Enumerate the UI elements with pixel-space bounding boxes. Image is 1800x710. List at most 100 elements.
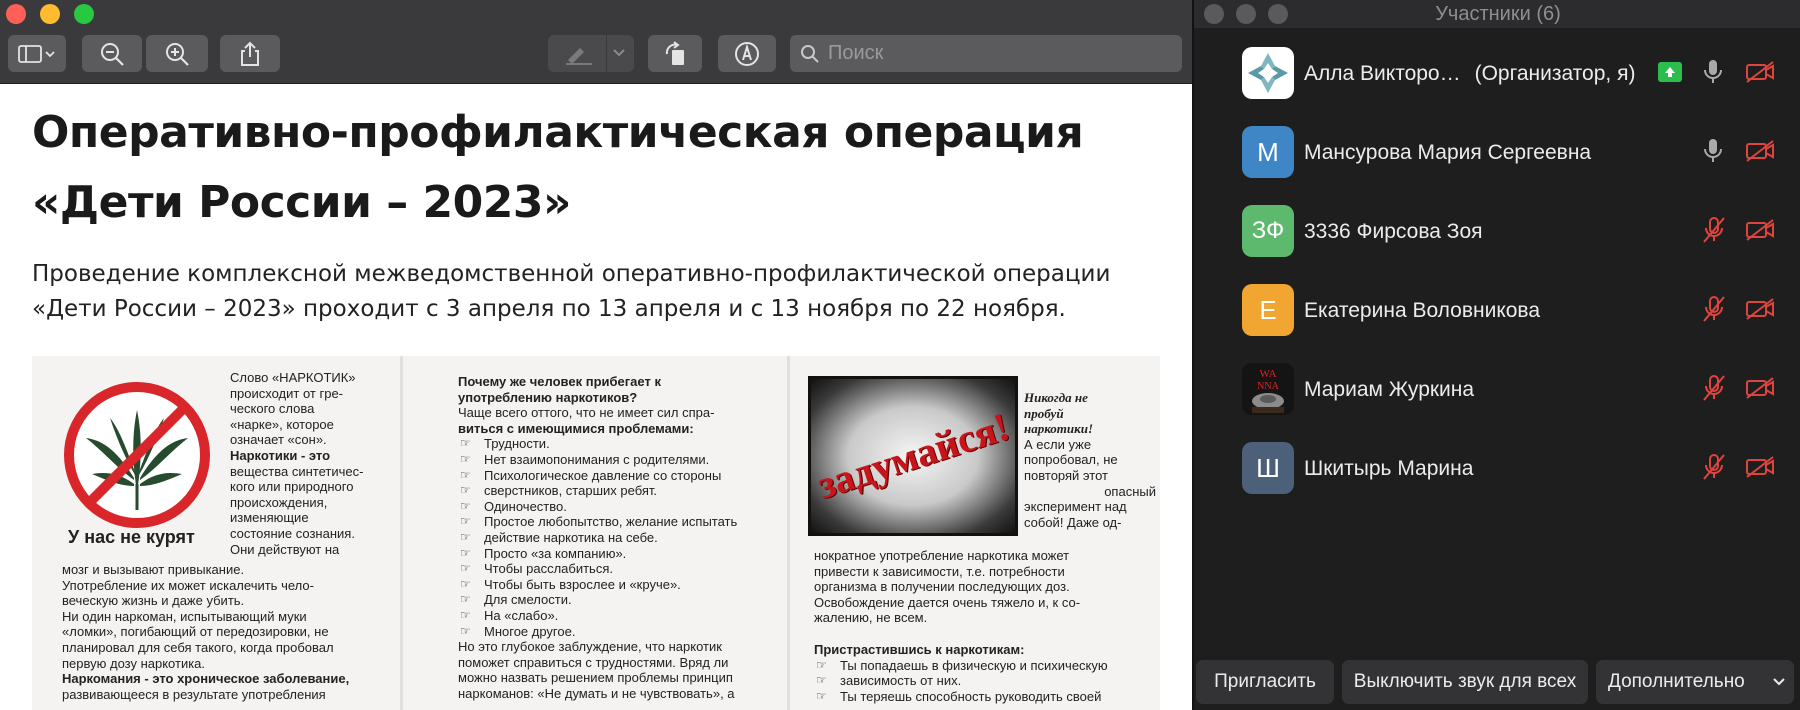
article-title-line1: Оперативно-профилактическая операция <box>32 107 1084 158</box>
list-item: Чтобы расслабиться. <box>458 561 768 577</box>
participant-name: Алла Викторо… (Организатор, я) <box>1304 62 1636 85</box>
video-off-icon[interactable] <box>1745 376 1775 400</box>
list-item: Трудности. <box>458 436 768 452</box>
document-page: Оперативно-профилактическая операция «Де… <box>0 84 1192 710</box>
participant-row[interactable]: Е Екатерина Воловникова <box>1194 271 1800 350</box>
list-item: Ты попадаешь в физическую и психическую <box>814 658 1156 674</box>
zadumaysya-poster: задумайся! <box>808 376 1018 536</box>
rotate-button[interactable] <box>648 35 702 72</box>
video-off-icon[interactable] <box>1745 455 1775 479</box>
arrow-up-icon <box>1665 67 1675 77</box>
share-button[interactable] <box>220 35 280 72</box>
leaflet-column-3: задумайся! Никогда не пробуй наркотики! … <box>792 356 1160 710</box>
markup-button[interactable] <box>718 35 776 72</box>
video-off-icon[interactable] <box>1745 218 1775 242</box>
fullscreen-window-button[interactable] <box>74 4 94 24</box>
microphone-icon[interactable] <box>1702 137 1724 165</box>
leaflet-intro: Слово «НАРКОТИК» происходит от гре- ческ… <box>230 370 364 557</box>
article-lead: Проведение комплексной межведомственной … <box>32 257 1172 327</box>
microphone-muted-icon[interactable] <box>1702 374 1726 402</box>
participants-footer: Пригласить Выключить звук для всех Допол… <box>1194 660 1800 710</box>
share-screen-badge <box>1658 62 1682 82</box>
participant-name: Екатерина Воловникова <box>1304 299 1541 322</box>
sidebar-icon <box>18 44 55 63</box>
microphone-muted-icon[interactable] <box>1702 295 1726 323</box>
leaflet-scan: Слово «НАРКОТИК» происходит от гре- ческ… <box>32 356 1160 710</box>
leaflet-column-2: Почему же человек прибегает к употреблен… <box>408 356 783 710</box>
close-window-button[interactable] <box>6 4 26 24</box>
avatar: ЗФ <box>1242 205 1294 257</box>
list-item: Просто «за компанию». <box>458 546 768 562</box>
minimize-window-button[interactable] <box>40 4 60 24</box>
avatar: Е <box>1242 284 1294 336</box>
search-input[interactable] <box>828 42 1168 65</box>
article-title-line2: «Дети России – 2023» <box>32 177 571 228</box>
chevron-down-icon <box>613 49 625 57</box>
sidebar-toggle-button[interactable] <box>8 35 66 72</box>
highlight-button[interactable] <box>548 35 634 72</box>
list-item: зависимость от них. <box>814 673 1156 689</box>
no-drugs-icon <box>64 382 210 528</box>
list-item: Нет взаимопонимания с родителями. <box>458 452 768 468</box>
markup-pen-icon <box>735 41 759 66</box>
participant-row[interactable]: Алла Викторо… (Организатор, я) <box>1194 34 1800 113</box>
zoom-in-icon <box>166 42 189 66</box>
microphone-icon[interactable] <box>1702 58 1724 86</box>
participant-name: Мариам Журкина <box>1304 378 1475 401</box>
poster-text: задумайся! <box>811 403 1015 508</box>
svg-text:WA: WA <box>1259 368 1276 380</box>
avatar: Ш <box>1242 442 1294 494</box>
search-field[interactable] <box>790 35 1182 72</box>
more-button[interactable]: Дополнительно <box>1596 660 1794 704</box>
avatar: М <box>1242 126 1294 178</box>
profile-picture-icon: WA NNA <box>1242 363 1294 415</box>
list-item: Простое любопытство, желание испытать <box>458 514 768 530</box>
preview-toolbar <box>0 0 1192 84</box>
svg-text:NNA: NNA <box>1257 381 1279 392</box>
list-item: Одиночество. <box>458 499 768 515</box>
participants-list: Алла Викторо… (Организатор, я) М Мансуров… <box>1194 34 1800 508</box>
participant-role: (Организатор, я) <box>1474 62 1636 85</box>
list-item: действие наркотика на себе. <box>458 530 768 546</box>
zoom-out-button[interactable] <box>82 35 142 72</box>
list-item: сверстников, старших ребят. <box>458 483 768 499</box>
participant-row[interactable]: ЗФ 3336 Фирсова Зоя <box>1194 192 1800 271</box>
participant-name: 3336 Фирсова Зоя <box>1304 220 1483 243</box>
video-off-icon[interactable] <box>1745 139 1775 163</box>
article-lead-line2: «Дети России – 2023» проходит с 3 апреля… <box>32 296 1066 322</box>
avatar <box>1242 47 1294 99</box>
screen: Оперативно-профилактическая операция «Де… <box>0 0 1800 710</box>
participant-row[interactable]: Ш Шкитырь Марина <box>1194 429 1800 508</box>
mute-all-button[interactable]: Выключить звук для всех <box>1342 660 1588 704</box>
preview-window: Оперативно-профилактическая операция «Де… <box>0 0 1192 710</box>
list-item: На «слабо». <box>458 608 768 624</box>
article-lead-line1: Проведение комплексной межведомственной … <box>32 261 1111 287</box>
invite-button[interactable]: Пригласить <box>1196 660 1334 704</box>
reasons-list: Трудности. Нет взаимопонимания с родител… <box>458 436 768 639</box>
list-item: Многое другое. <box>458 624 768 640</box>
participants-titlebar: Участники (6) <box>1194 0 1800 28</box>
participant-row[interactable]: М Мансурова Мария Сергеевна <box>1194 113 1800 192</box>
participants-title: Участники (6) <box>1435 3 1561 25</box>
list-item: Чтобы быть взрослее и «круче». <box>458 577 768 593</box>
microphone-muted-icon[interactable] <box>1702 216 1726 244</box>
leaflet-column-1: Слово «НАРКОТИК» происходит от гре- ческ… <box>32 356 397 710</box>
list-item: Ты теряешь способность руководить своей <box>814 689 1156 705</box>
participant-row[interactable]: WA NNA Мариам Журкина <box>1194 350 1800 429</box>
share-icon <box>241 41 259 66</box>
video-off-icon[interactable] <box>1745 60 1775 84</box>
zoom-in-button[interactable] <box>146 35 208 72</box>
snowflake-logo-icon <box>1248 53 1288 93</box>
list-item: Для смелости. <box>458 592 768 608</box>
microphone-muted-icon[interactable] <box>1702 453 1726 481</box>
video-off-icon[interactable] <box>1745 297 1775 321</box>
zoom-out-icon <box>101 42 124 66</box>
participant-name: Мансурова Мария Сергеевна <box>1304 141 1592 164</box>
leaflet-body: мозг и вызывают привыкание. Употребление… <box>62 562 350 702</box>
list-item: Психологическое давление со стороны <box>458 468 768 484</box>
leaflet-fold <box>400 356 403 710</box>
article-title: Оперативно-профилактическая операция «Де… <box>32 98 1152 238</box>
leaflet-caption: У нас не курят <box>68 527 195 547</box>
search-icon <box>801 44 819 63</box>
participant-name: Шкитырь Марина <box>1304 457 1474 480</box>
